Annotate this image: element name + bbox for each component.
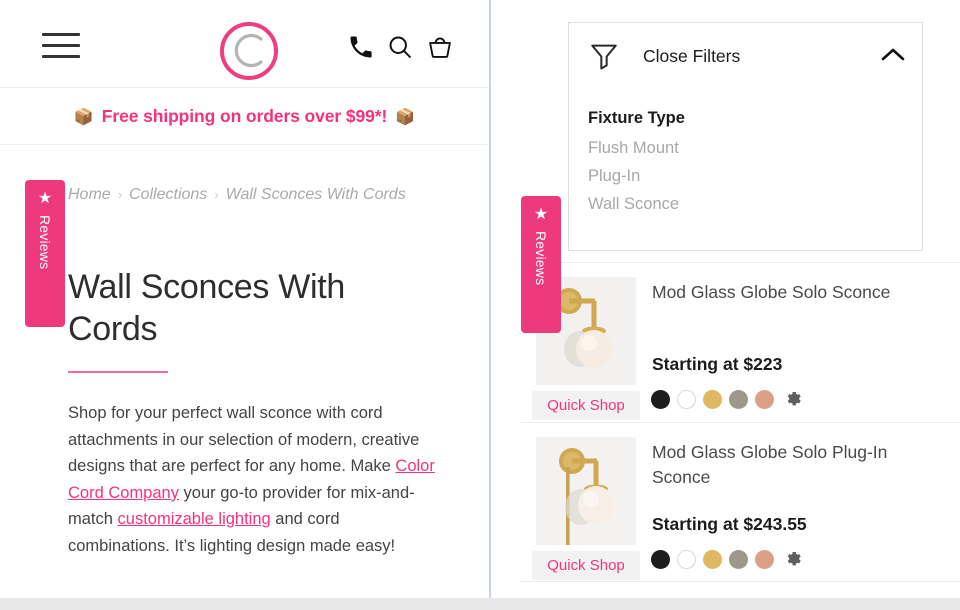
swatch-white[interactable] (677, 550, 696, 569)
color-swatch-row (651, 390, 803, 409)
swatch-black[interactable] (651, 390, 670, 409)
product-price: Starting at $223 (652, 354, 783, 374)
chevron-up-icon[interactable] (880, 45, 906, 65)
gear-icon[interactable] (784, 550, 803, 569)
product-title[interactable]: Mod Glass Globe Solo Sconce (652, 280, 902, 305)
bottom-status-bar (0, 598, 960, 610)
quick-shop-button[interactable]: Quick Shop (532, 551, 640, 580)
filter-toggle-header[interactable]: Close Filters (569, 23, 922, 89)
phone-icon[interactable] (347, 33, 375, 61)
package-emoji-right: 📦 (395, 108, 416, 126)
collection-intro-text: Shop for your perfect wall sconce with c… (68, 400, 440, 559)
color-swatch-row (651, 550, 803, 569)
reviews-tab[interactable]: ★ Reviews (521, 196, 561, 333)
title-underline-rule (68, 371, 168, 373)
product-list: Quick Shop Mod Glass Globe Solo Sconce S… (520, 262, 960, 582)
swatch-copper[interactable] (755, 550, 774, 569)
swatch-nickel[interactable] (729, 550, 748, 569)
swatch-copper[interactable] (755, 390, 774, 409)
star-icon: ★ (533, 206, 549, 223)
site-logo[interactable] (220, 22, 278, 80)
swatch-gold[interactable] (703, 390, 722, 409)
product-price: Starting at $243.55 (652, 514, 807, 534)
hamburger-menu-icon[interactable] (42, 33, 80, 59)
swatch-nickel[interactable] (729, 390, 748, 409)
search-icon[interactable] (386, 33, 414, 61)
shopping-bag-icon[interactable] (426, 33, 454, 61)
breadcrumb-item-current[interactable]: Wall Sconces With Cords (226, 186, 406, 203)
free-shipping-banner[interactable]: 📦 Free shipping on orders over $99*! 📦 (0, 89, 489, 145)
product-card[interactable]: Quick Shop Mod Glass Globe Solo Sconce S… (520, 262, 960, 422)
package-emoji-left: 📦 (73, 108, 94, 126)
breadcrumb-item-collections[interactable]: Collections (129, 186, 207, 203)
swatch-black[interactable] (651, 550, 670, 569)
site-header (0, 0, 489, 88)
breadcrumb-separator: › (117, 187, 123, 202)
breadcrumb: Home › Collections › Wall Sconces With Cords (68, 181, 468, 208)
intro-text-0: Shop for your perfect wall sconce with c… (68, 404, 420, 475)
product-card[interactable]: Quick Shop Mod Glass Globe Solo Plug-In … (520, 422, 960, 582)
reviews-tab-label: Reviews (533, 231, 549, 286)
quick-shop-button[interactable]: Quick Shop (532, 391, 640, 420)
reviews-tab[interactable]: ★ Reviews (25, 180, 65, 327)
swatch-gold[interactable] (703, 550, 722, 569)
filter-panel-title: Close Filters (643, 45, 741, 66)
filter-option-flush-mount[interactable]: Flush Mount (588, 139, 679, 158)
breadcrumb-item-home[interactable]: Home (68, 186, 111, 203)
intro-link-3[interactable]: customizable lighting (118, 510, 271, 528)
funnel-icon (588, 40, 620, 72)
right-content-pane: Close Filters Fixture Type Flush Mount P… (491, 0, 960, 598)
reviews-tab-label: Reviews (37, 215, 53, 270)
breadcrumb-separator: › (214, 187, 219, 202)
filter-option-wall-sconce[interactable]: Wall Sconce (588, 195, 679, 214)
filter-group-title: Fixture Type (588, 109, 685, 127)
left-content-pane: 📦 Free shipping on orders over $99*! 📦 ★… (0, 0, 489, 598)
logo-letter-c (231, 32, 267, 69)
star-icon: ★ (37, 190, 53, 207)
filter-option-plug-in[interactable]: Plug-In (588, 167, 640, 186)
product-image[interactable] (536, 437, 636, 545)
free-shipping-text: Free shipping on orders over $99*! (101, 106, 388, 126)
filter-panel: Close Filters Fixture Type Flush Mount P… (568, 22, 923, 251)
gear-icon[interactable] (784, 390, 803, 409)
product-title[interactable]: Mod Glass Globe Solo Plug-In Sconce (652, 440, 902, 490)
page-root: 📦 Free shipping on orders over $99*! 📦 ★… (0, 0, 960, 610)
swatch-white[interactable] (677, 390, 696, 409)
page-title: Wall Sconces With Cords (68, 268, 346, 348)
